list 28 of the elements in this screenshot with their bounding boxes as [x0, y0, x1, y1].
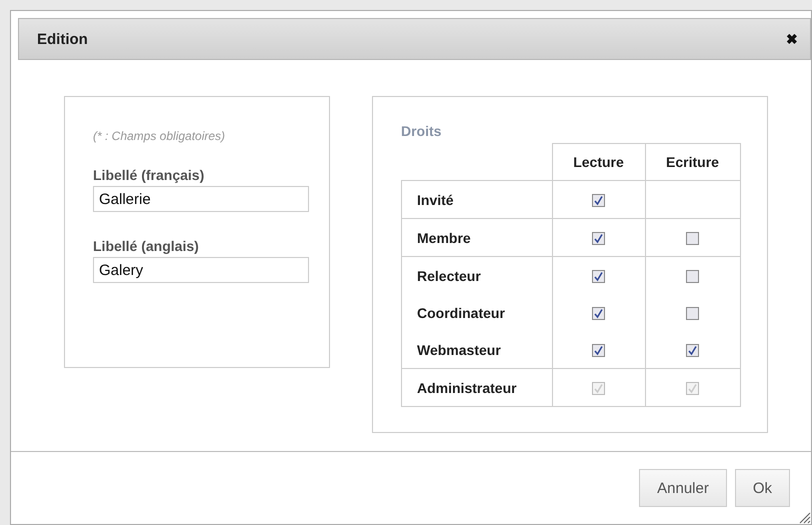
field-label: Libellé (anglais) — [93, 238, 200, 254]
required-note: (* : Champs obligatoires) — [93, 129, 226, 143]
input-field[interactable]: Galery — [93, 257, 309, 283]
checkbox[interactable] — [592, 344, 605, 358]
checkbox[interactable] — [686, 232, 699, 246]
resize-grip-icon[interactable] — [797, 510, 811, 524]
checkbox[interactable] — [686, 344, 699, 358]
column-header: Lecture — [552, 144, 645, 180]
role-name: Webmasteur — [402, 331, 552, 368]
field-label: Libellé (français) — [93, 167, 206, 183]
checkbox[interactable] — [592, 232, 605, 246]
window-title: Edition — [37, 30, 88, 48]
role-name: Administrateur — [402, 368, 552, 406]
ok-button[interactable]: Ok — [734, 469, 790, 507]
checkbox[interactable] — [686, 307, 699, 320]
role-name: Membre — [402, 218, 552, 256]
role-name: Relecteur — [402, 256, 552, 294]
role-name: Invité — [402, 180, 552, 218]
role-name: Coordinateur — [402, 294, 552, 331]
cancel-button[interactable]: Annuler — [639, 469, 727, 507]
checkbox[interactable] — [592, 307, 605, 320]
checkbox[interactable] — [686, 270, 699, 284]
section-title: Droits — [401, 123, 442, 139]
checkbox[interactable] — [592, 194, 605, 208]
column-header: Ecriture — [645, 144, 740, 180]
checkbox[interactable] — [592, 270, 605, 284]
close-button[interactable]: ✖ — [786, 31, 798, 47]
input-field[interactable]: Gallerie — [93, 186, 309, 212]
